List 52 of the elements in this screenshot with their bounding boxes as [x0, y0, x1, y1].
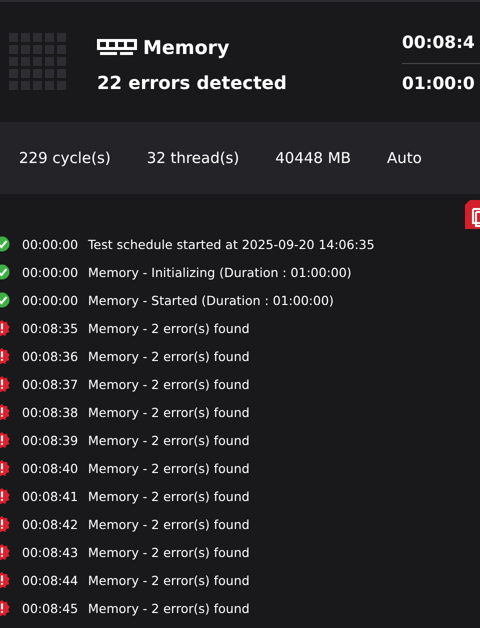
stat-value: Auto: [386, 149, 422, 167]
log-message: Memory - Started (Duration : 01:00:00): [88, 292, 334, 308]
log-message: Memory - 2 error(s) found: [88, 460, 250, 476]
log-time: 00:08:36: [22, 348, 80, 364]
log-time: 00:00:00: [22, 292, 80, 308]
log-message: Memory - 2 error(s) found: [88, 572, 250, 588]
log-time: 00:08:42: [22, 516, 80, 532]
log-message: Memory - 2 error(s) found: [88, 404, 250, 420]
test-title: Memory: [143, 36, 230, 58]
error-icon: [0, 348, 10, 364]
total-duration: 01:00:0: [402, 74, 476, 94]
log-message: Memory - 2 error(s) found: [88, 320, 250, 336]
success-icon: [0, 292, 10, 308]
log-message: Memory - 2 error(s) found: [88, 432, 250, 448]
memory-module-icon: [97, 38, 137, 56]
log-time: 00:08:37: [22, 376, 80, 392]
log-message: Memory - 2 error(s) found: [88, 516, 250, 532]
error-icon: [0, 320, 10, 336]
log-time: 00:00:00: [22, 236, 80, 252]
log-time: 00:08:40: [22, 460, 80, 476]
elapsed-time: 00:08:4: [402, 32, 476, 52]
error-icon: [0, 376, 10, 392]
stat-value: 40448 MB: [275, 149, 351, 167]
log-time: 00:08:39: [22, 432, 80, 448]
log-time: 00:08:43: [22, 544, 80, 560]
success-icon: [0, 264, 10, 280]
log-time: 00:08:38: [22, 404, 80, 420]
error-icon: [0, 516, 10, 532]
error-summary: 22 errors detected: [97, 72, 287, 94]
log-time: 00:08:41: [22, 488, 80, 504]
error-icon: [0, 432, 10, 448]
error-icon: [0, 488, 10, 504]
stat-value: 32 thread(s): [146, 149, 240, 167]
log-message: Memory - 2 error(s) found: [88, 376, 250, 392]
log-time: 00:08:44: [22, 572, 80, 588]
log-time: 00:00:00: [22, 264, 80, 280]
error-icon: [0, 404, 10, 420]
log-time: 00:08:45: [22, 600, 80, 616]
success-icon: [0, 236, 10, 252]
log-message: Memory - 2 error(s) found: [88, 488, 250, 504]
log-message: Test schedule started at 2025-09-20 14:06:35: [88, 236, 375, 252]
copy-icon[interactable]: [465, 200, 480, 229]
error-icon: [0, 544, 10, 560]
log-message: Memory - 2 error(s) found: [88, 544, 250, 560]
error-icon: [0, 460, 10, 476]
log-time: 00:08:35: [22, 320, 80, 336]
error-icon: [0, 600, 10, 616]
log-message: Memory - 2 error(s) found: [88, 348, 250, 364]
stat-value: 229 cycle(s): [19, 149, 111, 167]
log-message: Memory - Initializing (Duration : 01:00:00): [88, 264, 352, 280]
error-icon: [0, 572, 10, 588]
log-message: Memory - 2 error(s) found: [88, 600, 250, 616]
